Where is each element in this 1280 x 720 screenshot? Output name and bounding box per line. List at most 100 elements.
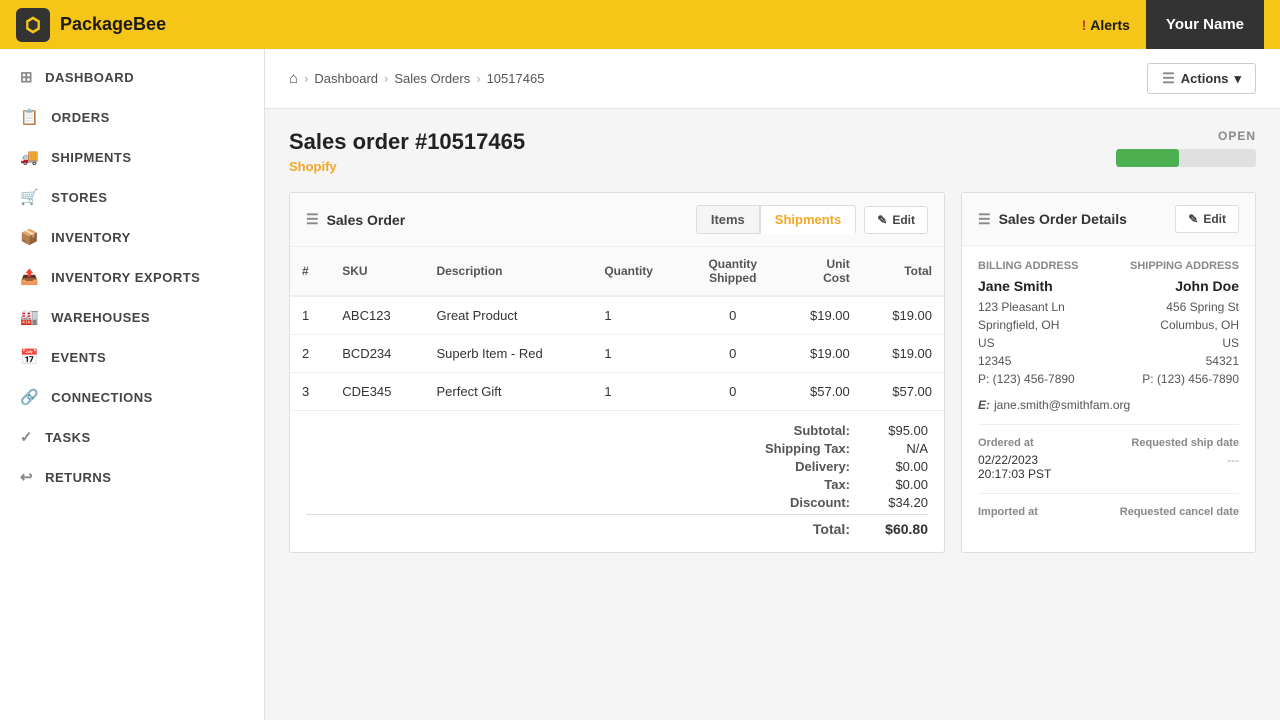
cell-unit-cost: $57.00 bbox=[780, 373, 862, 411]
sidebar-icon-warehouses: 🏭 bbox=[20, 308, 39, 326]
shipping-address2: Columbus, OH bbox=[1114, 316, 1239, 334]
edit-icon: ✎ bbox=[877, 213, 887, 227]
sidebar-label-stores: STORES bbox=[51, 190, 107, 205]
shipping-address: Shipping Address John Doe 456 Spring St … bbox=[1114, 260, 1239, 386]
details-card: ☰ Sales Order Details ✎ Edit Billing Add… bbox=[961, 192, 1256, 553]
email-label: E: bbox=[978, 398, 990, 412]
requested-ship-value: --- bbox=[1114, 453, 1239, 467]
username-button[interactable]: Your Name bbox=[1146, 0, 1264, 49]
order-source: Shopify bbox=[289, 159, 525, 174]
section-divider bbox=[978, 424, 1239, 425]
requested-ship-col: Requested ship date --- bbox=[1114, 437, 1239, 481]
requested-cancel-col: Requested cancel date bbox=[1114, 506, 1239, 522]
alert-exclamation: ! bbox=[1082, 17, 1087, 33]
details-edit-label: Edit bbox=[1203, 212, 1226, 226]
order-info: Sales order #10517465 Shopify bbox=[289, 129, 525, 174]
sidebar-item-orders[interactable]: 📋 ORDERS bbox=[0, 97, 264, 137]
discount-row: Discount: $34.20 bbox=[306, 495, 928, 510]
sidebar-label-warehouses: WAREHOUSES bbox=[51, 310, 150, 325]
cell-desc: Perfect Gift bbox=[425, 373, 593, 411]
address-row: Billing Address Jane Smith 123 Pleasant … bbox=[978, 260, 1239, 386]
email-line: E: jane.smith@smithfam.org bbox=[978, 398, 1239, 412]
logo-icon bbox=[16, 8, 50, 42]
billing-phone: P: (123) 456-7890 bbox=[978, 372, 1103, 386]
shipping-phone: P: (123) 456-7890 bbox=[1114, 372, 1239, 386]
breadcrumb-dashboard[interactable]: Dashboard bbox=[314, 71, 378, 86]
cell-sku: ABC123 bbox=[330, 296, 424, 335]
edit-button[interactable]: ✎ Edit bbox=[864, 206, 928, 234]
shipping-tax-row: Shipping Tax: N/A bbox=[306, 441, 928, 456]
shipping-address1: 456 Spring St bbox=[1114, 298, 1239, 316]
shipping-tax-label: Shipping Tax: bbox=[765, 441, 850, 456]
sidebar-item-stores[interactable]: 🛒 STORES bbox=[0, 177, 264, 217]
imported-at-label: Imported at bbox=[978, 506, 1103, 518]
billing-country: US bbox=[978, 334, 1103, 352]
sidebar-label-connections: CONNECTIONS bbox=[51, 390, 153, 405]
cell-desc: Superb Item - Red bbox=[425, 335, 593, 373]
sidebar-item-inventory[interactable]: 📦 INVENTORY bbox=[0, 217, 264, 257]
sidebar-item-inventory-exports[interactable]: 📤 INVENTORY EXPORTS bbox=[0, 257, 264, 297]
alerts-button[interactable]: ! Alerts bbox=[1066, 9, 1146, 41]
tax-row: Tax: $0.00 bbox=[306, 477, 928, 492]
cell-qty-shipped: 0 bbox=[686, 296, 780, 335]
cell-desc: Great Product bbox=[425, 296, 593, 335]
ordered-at-time: 20:17:03 PST bbox=[978, 467, 1103, 481]
card-header: ☰ Sales Order Items Shipments ✎ Edit bbox=[290, 193, 944, 247]
cell-num: 2 bbox=[290, 335, 330, 373]
sidebar-item-warehouses[interactable]: 🏭 WAREHOUSES bbox=[0, 297, 264, 337]
status-label: OPEN bbox=[1116, 129, 1256, 143]
meta-row: Ordered at 02/22/2023 20:17:03 PST Reque… bbox=[978, 437, 1239, 481]
sidebar-icon-events: 📅 bbox=[20, 348, 39, 366]
sidebar-item-connections[interactable]: 🔗 CONNECTIONS bbox=[0, 377, 264, 417]
sidebar-label-orders: ORDERS bbox=[51, 110, 110, 125]
requested-ship-label: Requested ship date bbox=[1114, 437, 1239, 449]
header-left: PackageBee bbox=[16, 8, 166, 42]
chevron-down-icon: ▾ bbox=[1234, 71, 1241, 87]
layout: ⊞ DASHBOARD 📋 ORDERS 🚚 SHIPMENTS 🛒 STORE… bbox=[0, 49, 1280, 720]
sidebar-label-dashboard: DASHBOARD bbox=[45, 70, 134, 85]
sidebar-icon-orders: 📋 bbox=[20, 108, 39, 126]
details-menu-icon: ☰ bbox=[978, 211, 991, 228]
col-unit-cost: UnitCost bbox=[780, 247, 862, 296]
details-edit-button[interactable]: ✎ Edit bbox=[1175, 205, 1239, 233]
cell-sku: CDE345 bbox=[330, 373, 424, 411]
alerts-label: Alerts bbox=[1090, 17, 1130, 33]
billing-zip: 12345 bbox=[978, 352, 1103, 370]
order-title: Sales order #10517465 bbox=[289, 129, 525, 155]
col-total: Total bbox=[862, 247, 944, 296]
col-qty: Quantity bbox=[592, 247, 686, 296]
list-icon: ☰ bbox=[1162, 70, 1175, 87]
sidebar-item-returns[interactable]: ↩ RETURNS bbox=[0, 457, 264, 497]
actions-button[interactable]: ☰ Actions ▾ bbox=[1147, 63, 1256, 94]
status-area: OPEN bbox=[1116, 129, 1256, 167]
tax-label: Tax: bbox=[824, 477, 850, 492]
cell-num: 1 bbox=[290, 296, 330, 335]
order-table: # SKU Description Quantity QuantityShipp… bbox=[290, 247, 944, 410]
col-qty-shipped: QuantityShipped bbox=[686, 247, 780, 296]
sidebar-icon-inventory: 📦 bbox=[20, 228, 39, 246]
sidebar-item-shipments[interactable]: 🚚 SHIPMENTS bbox=[0, 137, 264, 177]
tab-items[interactable]: Items bbox=[696, 205, 760, 234]
edit-label: Edit bbox=[892, 213, 915, 227]
billing-type: Billing Address bbox=[978, 260, 1103, 272]
breadcrumb-order-id: 10517465 bbox=[487, 71, 545, 86]
tab-shipments[interactable]: Shipments bbox=[760, 205, 856, 234]
sidebar-icon-tasks: ✓ bbox=[20, 428, 33, 446]
ordered-at-label: Ordered at bbox=[978, 437, 1103, 449]
cell-qty: 1 bbox=[592, 373, 686, 411]
main-content: ⌂ › Dashboard › Sales Orders › 10517465 … bbox=[265, 49, 1280, 720]
app-header: PackageBee ! Alerts Your Name bbox=[0, 0, 1280, 49]
sidebar-item-tasks[interactable]: ✓ TASKS bbox=[0, 417, 264, 457]
sidebar-icon-inventory-exports: 📤 bbox=[20, 268, 39, 286]
cell-total: $57.00 bbox=[862, 373, 944, 411]
sidebar-item-events[interactable]: 📅 EVENTS bbox=[0, 337, 264, 377]
cell-qty-shipped: 0 bbox=[686, 335, 780, 373]
cell-total: $19.00 bbox=[862, 335, 944, 373]
sidebar-icon-connections: 🔗 bbox=[20, 388, 39, 406]
progress-bar-fill bbox=[1116, 149, 1179, 167]
sidebar-item-dashboard[interactable]: ⊞ DASHBOARD bbox=[0, 57, 264, 97]
breadcrumb-sales-orders[interactable]: Sales Orders bbox=[394, 71, 470, 86]
header-right: ! Alerts Your Name bbox=[1066, 0, 1264, 49]
details-header: ☰ Sales Order Details ✎ Edit bbox=[962, 193, 1255, 246]
billing-address1: 123 Pleasant Ln bbox=[978, 298, 1103, 316]
